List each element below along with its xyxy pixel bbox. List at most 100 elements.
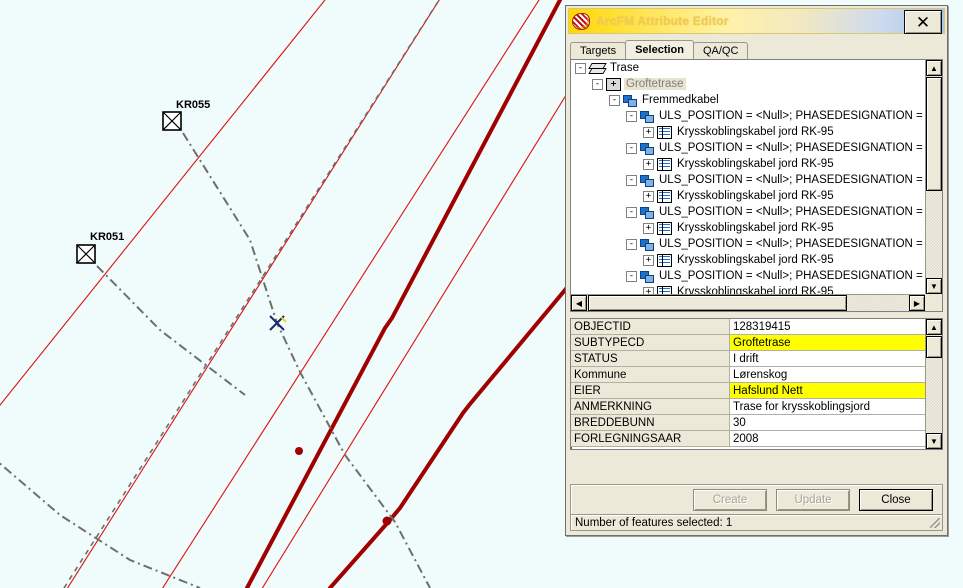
tree-scroll-left-button[interactable]: ◀ — [571, 295, 587, 311]
tree-node[interactable]: - Groftetrase — [571, 76, 925, 92]
selection-tree[interactable]: - Trase - Groftetrase - Fremmedkabel - ULS_POSI… — [570, 59, 943, 312]
tree-horizontal-scrollbar[interactable]: ◀ ▶ — [571, 294, 925, 311]
attribute-row[interactable]: Kommune Lørenskog — [571, 367, 925, 383]
tab-bar[interactable]: Targets Selection QA/QC — [570, 40, 947, 59]
attribute-name: ANMERKNING — [571, 399, 730, 414]
attribute-value-text: Groftetrase — [733, 336, 791, 349]
tab-selection[interactable]: Selection — [625, 40, 694, 59]
create-button[interactable]: Create — [693, 489, 767, 511]
tree-node[interactable]: - ULS_POSITION = <Null>; PHASEDESIGNATION… — [571, 140, 925, 156]
tree-node[interactable]: - Fremmedkabel — [571, 92, 925, 108]
attribute-value[interactable]: 128319415 — [730, 319, 925, 334]
grid-vertical-scrollbar[interactable]: ▲ ▼ — [925, 319, 942, 449]
collapse-icon[interactable]: - — [626, 110, 637, 122]
tree-scroll-down-button[interactable]: ▼ — [926, 278, 942, 294]
tree-vscroll-thumb[interactable] — [926, 77, 942, 191]
tree-node-label: ULS_POSITION = <Null>; PHASEDESIGNATION … — [659, 142, 925, 154]
tree-node-label: ULS_POSITION = <Null>; PHASEDESIGNATION … — [659, 110, 925, 122]
tree-node[interactable]: - ULS_POSITION = <Null>; PHASEDESIGNATION… — [571, 236, 925, 252]
attribute-value-text: I drift — [733, 352, 759, 365]
resize-grip-icon[interactable] — [930, 518, 940, 528]
tree-node[interactable]: - ULS_POSITION = <Null>; PHASEDESIGNATION… — [571, 268, 925, 284]
tree-node[interactable]: - Trase — [571, 60, 925, 76]
attribute-value[interactable]: I drift — [730, 351, 925, 366]
vertex-1 — [295, 447, 303, 455]
status-bar: Number of features selected: 1 — [570, 514, 943, 531]
tree-node-label: Krysskoblingskabel jord RK-95 — [677, 222, 834, 234]
collapse-icon[interactable]: - — [626, 142, 637, 154]
collapse-icon[interactable]: - — [575, 62, 586, 74]
tree-node[interactable]: + Krysskoblingskabel jord RK-95 — [571, 156, 925, 172]
tree-scroll-up-button[interactable]: ▲ — [926, 60, 942, 76]
attribute-name: EIER — [571, 383, 730, 398]
attribute-grid-rows[interactable]: OBJECTID 128319415 SUBTYPECD Groftetrase STA… — [571, 319, 925, 449]
table-icon — [657, 222, 672, 235]
tree-scroll-corner — [925, 294, 942, 311]
relationship-icon — [640, 270, 654, 283]
tree-node[interactable]: - ULS_POSITION = <Null>; PHASEDESIGNATION… — [571, 108, 925, 124]
tree-node-label: Trase — [610, 62, 639, 74]
attribute-value[interactable]: Trase for krysskoblingsjord — [730, 399, 925, 414]
attribute-value-text: 30 — [733, 416, 746, 429]
tree-node[interactable]: + Krysskoblingskabel jord RK-95 — [571, 252, 925, 268]
tab-qa-qc[interactable]: QA/QC — [692, 42, 749, 59]
attribute-grid[interactable]: OBJECTID 128319415 SUBTYPECD Groftetrase STA… — [570, 318, 943, 450]
tree-node[interactable]: + Krysskoblingskabel jord RK-95 — [571, 188, 925, 204]
layers-icon — [589, 61, 605, 75]
collapse-icon[interactable]: - — [626, 238, 637, 250]
expand-icon[interactable]: + — [643, 286, 654, 294]
tab-targets[interactable]: Targets — [570, 42, 627, 59]
tree-node-label: Krysskoblingskabel jord RK-95 — [677, 158, 834, 170]
tree-node[interactable]: + Krysskoblingskabel jord RK-95 — [571, 284, 925, 294]
attribute-row[interactable]: ANMERKNING Trase for krysskoblingsjord — [571, 399, 925, 415]
expand-icon[interactable]: + — [643, 126, 654, 138]
update-button[interactable]: Update — [776, 489, 850, 511]
attribute-value[interactable]: Hafslund Nett — [730, 383, 925, 398]
tree-node[interactable]: + Krysskoblingskabel jord RK-95 — [571, 220, 925, 236]
attribute-value[interactable]: Groftetrase — [730, 335, 925, 350]
title-bar[interactable]: ArcFM Attribute Editor ✕ — [568, 8, 945, 34]
expand-icon[interactable]: + — [643, 222, 654, 234]
table-icon — [657, 190, 672, 203]
tree-node[interactable]: - ULS_POSITION = <Null>; PHASEDESIGNATION… — [571, 172, 925, 188]
attribute-row[interactable]: BREDDEBUNN 30 — [571, 415, 925, 431]
expand-icon[interactable]: + — [643, 190, 654, 202]
attribute-row[interactable]: OBJECTID 128319415 — [571, 319, 925, 335]
table-icon — [657, 126, 672, 139]
tree-scroll-right-button[interactable]: ▶ — [909, 295, 925, 311]
grid-scroll-up-button[interactable]: ▲ — [926, 319, 942, 335]
tree-hscroll-thumb[interactable] — [588, 295, 847, 311]
close-button[interactable]: Close — [859, 489, 933, 511]
attribute-name: BREDDEBUNN — [571, 415, 730, 430]
relationship-icon — [640, 206, 654, 219]
attribute-value[interactable]: 30 — [730, 415, 925, 430]
collapse-icon[interactable]: - — [626, 174, 637, 186]
tree-node-label: ULS_POSITION = <Null>; PHASEDESIGNATION … — [659, 238, 925, 250]
collapse-icon[interactable]: - — [592, 78, 603, 90]
arcfm-attribute-editor-dialog[interactable]: ArcFM Attribute Editor ✕ Targets Selecti… — [565, 5, 948, 536]
tree-node[interactable]: - ULS_POSITION = <Null>; PHASEDESIGNATION… — [571, 204, 925, 220]
junction-box-kr051 — [76, 244, 96, 264]
attribute-row[interactable]: FORLEGNINGSAAR 2008 — [571, 431, 925, 447]
collapse-icon[interactable]: - — [609, 94, 620, 106]
attribute-row[interactable]: SUBTYPECD Groftetrase — [571, 335, 925, 351]
attribute-value[interactable]: Lørenskog — [730, 367, 925, 382]
collapse-icon[interactable]: - — [626, 270, 637, 282]
grid-vscroll-thumb[interactable] — [926, 336, 942, 358]
attribute-value-text: Hafslund Nett — [733, 384, 803, 397]
tree-content[interactable]: - Trase - Groftetrase - Fremmedkabel - ULS_POSI… — [571, 60, 925, 294]
tree-node[interactable]: + Krysskoblingskabel jord RK-95 — [571, 124, 925, 140]
attribute-value-text: Lørenskog — [733, 368, 788, 381]
expand-icon[interactable]: + — [643, 254, 654, 266]
tree-node-label: Krysskoblingskabel jord RK-95 — [677, 190, 834, 202]
attribute-value[interactable]: 2008 — [730, 431, 925, 446]
vertex-2 — [382, 516, 392, 526]
collapse-icon[interactable]: - — [626, 206, 637, 218]
tree-vertical-scrollbar[interactable]: ▲ ▼ — [925, 60, 942, 294]
close-icon[interactable]: ✕ — [904, 10, 942, 34]
expand-icon[interactable]: + — [643, 158, 654, 170]
grid-scroll-down-button[interactable]: ▼ — [926, 433, 942, 449]
attribute-row[interactable]: STATUS I drift — [571, 351, 925, 367]
attribute-value-text: Trase for krysskoblingsjord — [733, 400, 870, 413]
attribute-row[interactable]: EIER Hafslund Nett — [571, 383, 925, 399]
